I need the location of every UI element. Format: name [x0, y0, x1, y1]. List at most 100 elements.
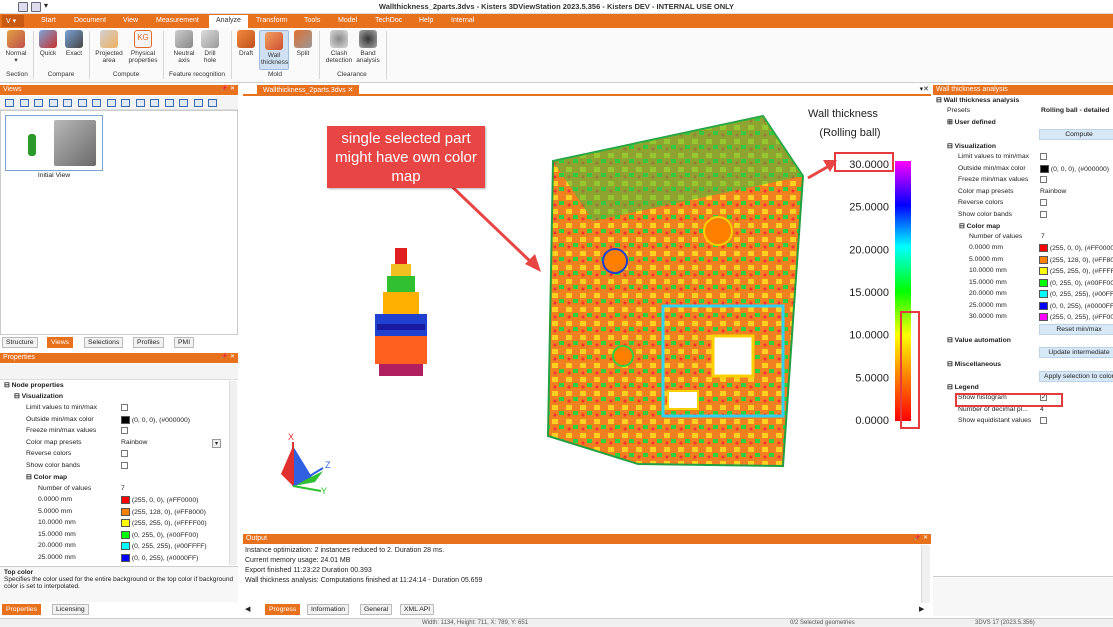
checkbox[interactable]: [121, 461, 128, 469]
checkbox[interactable]: [1040, 199, 1047, 206]
views-tool-icon[interactable]: [106, 99, 116, 107]
section-visualization[interactable]: ⊟ Visualization: [14, 392, 63, 403]
section-user-defined[interactable]: ⊞ User defined: [947, 118, 996, 129]
property-row[interactable]: Limit values to min/max: [26, 404, 226, 415]
property-row[interactable]: Show equidistant values: [958, 417, 1113, 428]
close-document-icon[interactable]: ▾✕: [920, 85, 929, 93]
color-map-entry[interactable]: 0.0000 mm (255, 0, 0), (#FF0000): [38, 496, 229, 507]
section-miscellaneous[interactable]: ⊟ Miscellaneous: [947, 360, 1001, 371]
property-row[interactable]: Limit values to min/max: [958, 153, 1113, 164]
color-map-entry[interactable]: 10.0000 mm (255, 255, 0), (#FFFF00): [969, 267, 1113, 278]
neutral-axis-button[interactable]: Neutral axis: [170, 30, 198, 64]
views-tool-icon[interactable]: [92, 99, 101, 107]
draft-button[interactable]: Draft: [235, 30, 257, 57]
compute-button[interactable]: Compute: [1039, 129, 1113, 140]
property-row[interactable]: Outside min/max color (0, 0, 0), (#00000…: [958, 164, 1113, 176]
tab-xml-api[interactable]: XML API: [400, 604, 435, 615]
color-map-entry[interactable]: 20.0000 mm (0, 255, 255), (#00FFFF): [969, 290, 1113, 301]
menu-view[interactable]: View: [123, 17, 138, 24]
section-visualization[interactable]: ⊟ Visualization: [947, 142, 996, 153]
engine-block-part[interactable]: [546, 114, 805, 468]
property-row[interactable]: Color map presets Rainbow ▾: [26, 438, 226, 450]
color-swatch[interactable]: [1039, 267, 1048, 275]
checkbox[interactable]: [121, 427, 128, 434]
menu-start[interactable]: Start: [41, 17, 56, 24]
wta-presets-row[interactable]: Presets Rolling ball - detailed: [947, 107, 1113, 118]
color-swatch[interactable]: [121, 415, 130, 424]
views-tool-icon[interactable]: [150, 99, 159, 107]
views-tool-icon[interactable]: [121, 99, 130, 107]
checkbox[interactable]: [1040, 176, 1047, 183]
views-tool-icon[interactable]: [208, 99, 217, 107]
tab-progress[interactable]: Progress: [265, 604, 301, 615]
color-map-entry[interactable]: 15.0000 mm (0, 255, 0), (#00FF00): [38, 530, 229, 542]
property-row[interactable]: Reverse colors: [958, 199, 1113, 210]
color-swatch[interactable]: [121, 553, 130, 562]
property-row[interactable]: Color map presets Rainbow: [958, 188, 1113, 199]
apply-selection-button[interactable]: Apply selection to color: [1039, 371, 1113, 382]
menu-internal[interactable]: Internal: [451, 17, 474, 24]
tab-selections[interactable]: Selections: [84, 337, 124, 348]
property-row[interactable]: Number of decimal pl... 4: [958, 406, 1113, 417]
color-swatch[interactable]: [1039, 301, 1048, 310]
checkbox[interactable]: [1040, 417, 1047, 424]
color-map-entry[interactable]: 25.0000 mm (0, 0, 255), (#0000FF): [38, 553, 229, 565]
views-tool-icon[interactable]: [63, 99, 72, 107]
property-row[interactable]: Freeze min/max values: [958, 176, 1113, 187]
app-menu-button[interactable]: V ▾: [2, 15, 24, 27]
compare-exact-button[interactable]: Exact: [62, 30, 86, 57]
document-tab[interactable]: Wallthickness_2parts.3dvs ✕: [257, 85, 360, 95]
color-swatch[interactable]: [121, 519, 130, 527]
prop-number-of-values[interactable]: Number of values 7: [38, 485, 229, 496]
menu-techdoc[interactable]: TechDoc: [375, 17, 402, 24]
menu-measurement[interactable]: Measurement: [156, 17, 199, 24]
color-swatch[interactable]: [1039, 244, 1048, 252]
menu-document[interactable]: Document: [74, 17, 106, 24]
wta-number-of-values[interactable]: Number of values 7: [969, 233, 1113, 244]
tab-pmi[interactable]: PMI: [174, 337, 195, 348]
section-color-map[interactable]: ⊟ Color map: [26, 473, 67, 484]
pin-icon[interactable]: 📌 ✕: [221, 353, 235, 360]
tabs-scroll-left-icon[interactable]: ◀: [245, 605, 250, 613]
color-map-entry[interactable]: 25.0000 mm (0, 0, 255), (#0000FF): [969, 301, 1113, 313]
checkbox[interactable]: [1040, 153, 1047, 160]
tab-general[interactable]: General: [360, 604, 393, 615]
views-tool-icon[interactable]: [193, 99, 203, 107]
tab-licensing[interactable]: Licensing: [52, 604, 89, 615]
output-scrollbar[interactable]: [921, 545, 930, 603]
section-value-automation[interactable]: ⊟ Value automation: [947, 336, 1011, 347]
views-tool-icon[interactable]: [135, 99, 145, 107]
color-swatch[interactable]: [121, 496, 130, 504]
views-tool-icon[interactable]: [164, 99, 174, 107]
color-map-entry[interactable]: 5.0000 mm (255, 128, 0), (#FF8000): [38, 507, 229, 519]
section-normal-button[interactable]: Normal ▾: [3, 30, 29, 64]
checkbox[interactable]: [1040, 210, 1047, 218]
views-tool-icon[interactable]: [77, 99, 87, 107]
band-analysis-button[interactable]: Band analysis: [354, 30, 382, 64]
color-swatch[interactable]: [1039, 278, 1048, 287]
property-row[interactable]: Reverse colors: [26, 450, 226, 461]
views-tool-icon[interactable]: [179, 99, 188, 107]
property-row[interactable]: Show color bands: [958, 210, 1113, 222]
property-row[interactable]: Freeze min/max values: [26, 427, 226, 438]
clash-detection-button[interactable]: Clash detection: [323, 30, 355, 64]
3d-viewport[interactable]: X Z Y Wall thickness (Rolling ball) 30.0…: [243, 96, 931, 530]
tab-structure[interactable]: Structure: [2, 337, 38, 348]
color-map-entry[interactable]: 30.0000 mm (255, 0, 255), (#FF00FF): [969, 313, 1113, 324]
property-row[interactable]: Outside min/max color (0, 0, 0), (#00000…: [26, 415, 226, 427]
menu-analyze[interactable]: Analyze: [209, 15, 248, 28]
projected-area-button[interactable]: Projected area: [92, 30, 126, 64]
color-swatch[interactable]: [1039, 290, 1048, 298]
views-tool-icon[interactable]: [5, 99, 14, 107]
drill-hole-button[interactable]: Drill hole: [198, 30, 222, 64]
tab-views[interactable]: Views: [47, 337, 74, 348]
views-tool-icon[interactable]: [48, 99, 58, 107]
checkbox[interactable]: [121, 450, 128, 457]
reset-min-max-button[interactable]: Reset min/max: [1039, 324, 1113, 335]
menu-model[interactable]: Model: [338, 17, 357, 24]
checkbox[interactable]: [121, 404, 128, 411]
physical-properties-button[interactable]: KG Physical properties: [127, 30, 159, 64]
update-intermediate-button[interactable]: Update intermediate: [1039, 347, 1113, 358]
split-button[interactable]: Split: [292, 30, 314, 57]
menu-help[interactable]: Help: [419, 17, 433, 24]
